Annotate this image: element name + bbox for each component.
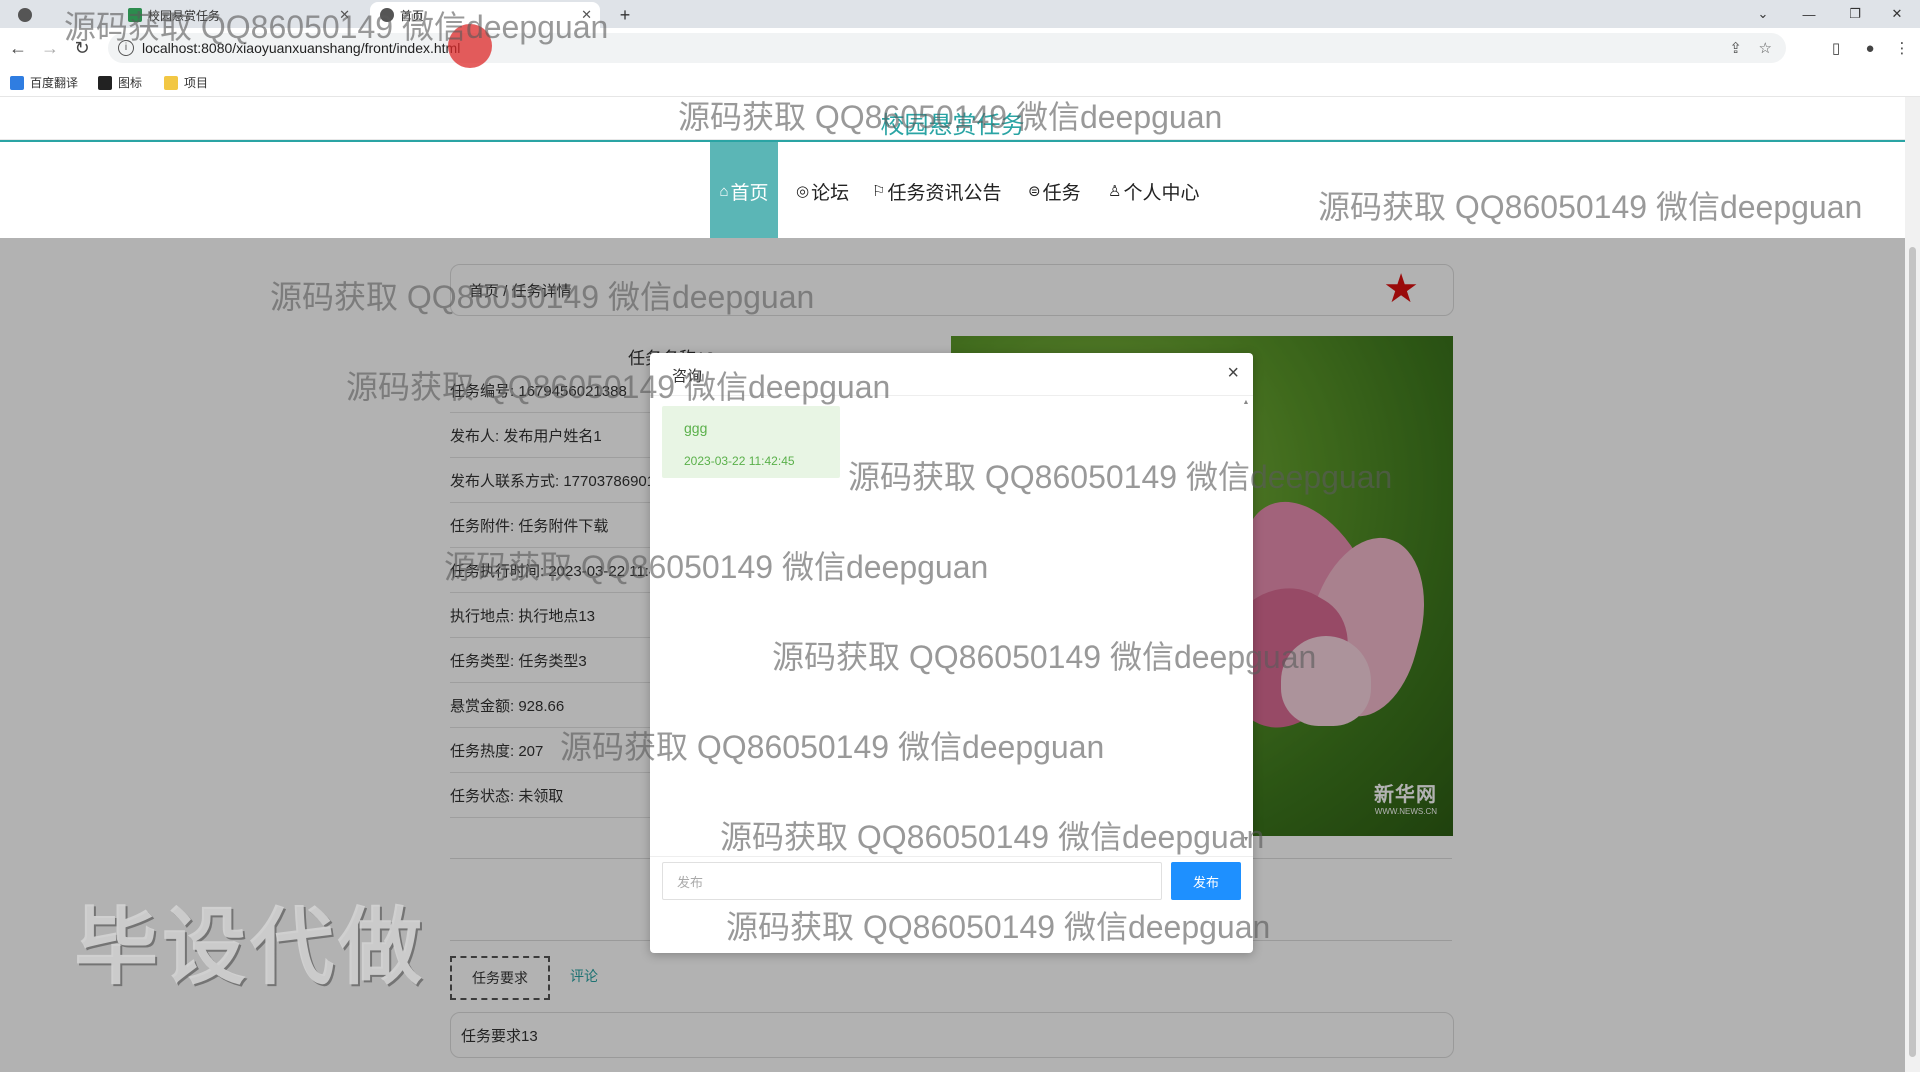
nav-label: 任务 [1042,182,1081,204]
consult-dialog: 咨询 × ggg 2023-03-22 11:42:45 ▲ ▼ 发布 发布 [650,353,1253,953]
send-button[interactable]: 发布 [1171,862,1241,900]
nav-label: 个人中心 [1123,182,1200,204]
tab-title: 首页 [400,8,425,23]
bookmark-item[interactable]: 图标 [98,74,142,91]
url-text[interactable]: localhost:8080/xiaoyuanxuanshang/front/i… [142,40,460,56]
bookmark-star-icon[interactable]: ☆ [1759,39,1772,57]
sidepanel-icon[interactable]: ▯ [1824,36,1848,60]
site-title: 校园悬赏任务 [880,112,1025,139]
url-bar[interactable]: i localhost:8080/xiaoyuanxuanshang/front… [108,33,1786,63]
browser-tab-2[interactable]: 首页 ✕ [370,2,600,28]
minimize-icon[interactable]: — [1786,0,1832,28]
tab-title: 校园悬赏任务 [148,8,221,23]
chat-message: ggg 2023-03-22 11:42:45 [662,406,840,478]
nav-label: 首页 [730,182,769,204]
vue-icon [128,8,142,22]
message-time: 2023-03-22 11:42:45 [684,454,795,468]
task-icon: ⊜ [1028,183,1041,200]
bookmark-label: 项目 [184,76,209,90]
forum-icon: ◎ [796,183,810,200]
dialog-header: 咨询 × [650,353,1253,396]
bookmark-item[interactable]: 百度翻译 [10,74,78,91]
close-icon[interactable]: ✕ [581,7,592,23]
globe-icon [18,8,32,22]
globe-icon [380,8,394,22]
back-icon[interactable]: ← [6,36,30,60]
nav-item-task[interactable]: ⊜ 任务 [1028,142,1081,240]
menu-icon[interactable]: ⋮ [1890,36,1914,60]
restore-icon[interactable]: ❐ [1832,0,1878,28]
nav-item-news[interactable]: ⚐ 任务资讯公告 [872,142,1001,240]
scroll-down-icon[interactable]: ▼ [1242,836,1250,843]
nav-item-forum[interactable]: ◎ 论坛 [796,142,849,240]
dialog-title: 咨询 [672,368,703,385]
image-icon [98,75,112,90]
profile-icon[interactable]: ● [1858,36,1882,60]
message-input[interactable]: 发布 [662,862,1162,900]
scroll-up-icon[interactable]: ▲ [1242,399,1250,406]
browser-tabbar: 校园悬赏任务 ✕ 首页 ✕ + ⌄ — ❐ ✕ [0,0,1920,28]
folder-icon [164,75,178,90]
bookmark-label: 百度翻译 [30,76,79,90]
bookmark-label: 图标 [118,76,143,90]
nav-item-profile[interactable]: ♙ 个人中心 [1108,142,1199,240]
tab-search-icon[interactable]: ⌄ [1740,0,1786,28]
compose-area: 发布 发布 [650,856,1253,954]
tab-icon-first[interactable] [8,2,38,28]
cursor-highlight [448,24,492,68]
bookmarks-bar: 百度翻译 图标 项目 [0,68,1920,97]
chat-messages: ggg 2023-03-22 11:42:45 [650,396,1240,844]
info-icon[interactable]: i [118,40,134,56]
flag-icon: ⚐ [872,183,886,200]
nav-item-home[interactable]: ⌂ 首页 [710,142,778,240]
translate-icon [10,75,24,90]
scrollbar-thumb[interactable] [1909,247,1916,1057]
new-tab-button[interactable]: + [610,2,640,28]
close-icon[interactable]: × [1227,362,1239,385]
watermark-big: 毕设代做 [74,900,427,994]
browser-tab-1[interactable]: 校园悬赏任务 ✕ [118,2,358,28]
close-icon[interactable]: ✕ [339,7,350,23]
forward-icon[interactable]: → [38,36,62,60]
nav-label: 任务资讯公告 [887,182,1002,204]
message-text: ggg [684,420,708,436]
bookmark-item[interactable]: 项目 [164,74,208,91]
share-icon[interactable]: ⇪ [1729,39,1742,57]
reload-icon[interactable]: ↻ [70,36,94,60]
address-bar-row: ← → ↻ i localhost:8080/xiaoyuanxuanshang… [0,28,1920,69]
home-icon: ⌂ [719,182,729,200]
user-icon: ♙ [1108,183,1122,200]
main-nav: ⌂ 首页 ◎ 论坛 ⚐ 任务资讯公告 ⊜ 任务 ♙ 个人中心 [0,140,1905,240]
window-close-icon[interactable]: ✕ [1874,0,1920,28]
site-header: 校园悬赏任务 [0,97,1905,140]
page-scrollbar[interactable] [1905,97,1920,1072]
chat-scrollbar[interactable]: ▲ ▼ [1242,399,1250,843]
nav-label: 论坛 [811,182,850,204]
